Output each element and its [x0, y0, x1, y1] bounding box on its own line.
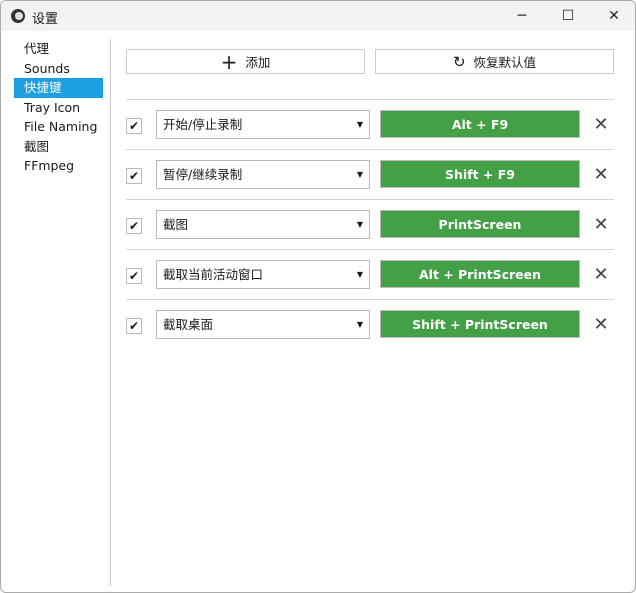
delete-icon[interactable]: ✕ [591, 264, 611, 285]
sidebar-item-proxy[interactable]: 代理 [14, 39, 103, 59]
enabled-checkbox[interactable]: ✔ [126, 168, 142, 184]
action-select[interactable]: 截取当前活动窗口 ▼ [156, 260, 370, 289]
maximize-button[interactable]: ☐ [545, 1, 591, 31]
refresh-icon: ↻ [453, 53, 466, 71]
action-value: 开始/停止录制 [163, 117, 242, 132]
reset-defaults-button[interactable]: ↻ 恢复默认值 [375, 49, 614, 74]
action-value: 截图 [163, 217, 188, 232]
action-select[interactable]: 暂停/继续录制 ▼ [156, 160, 370, 189]
sidebar-item-file-naming[interactable]: File Naming [14, 117, 103, 137]
action-select[interactable]: 开始/停止录制 ▼ [156, 110, 370, 139]
hotkey-button[interactable]: Alt + F9 [380, 110, 580, 138]
chevron-down-icon: ▼ [357, 120, 363, 129]
sidebar: 代理 Sounds 快捷键 Tray Icon File Naming 截图 F… [14, 39, 103, 176]
divider [110, 39, 111, 586]
add-button[interactable]: + 添加 [126, 49, 365, 74]
close-button[interactable]: ✕ [591, 1, 636, 31]
hotkey-button[interactable]: Alt + PrintScreen [380, 260, 580, 288]
delete-icon[interactable]: ✕ [591, 214, 611, 235]
title-bar: 设置 ─ ☐ ✕ [1, 1, 635, 31]
action-select[interactable]: 截图 ▼ [156, 210, 370, 239]
window-title: 设置 [32, 8, 58, 27]
sidebar-item-hotkeys[interactable]: 快捷键 [14, 78, 103, 98]
action-select[interactable]: 截取桌面 ▼ [156, 310, 370, 339]
hotkey-row: ✔ 开始/停止录制 ▼ Alt + F9 ✕ [126, 100, 614, 150]
delete-icon[interactable]: ✕ [591, 114, 611, 135]
app-icon [11, 9, 25, 23]
hotkey-button[interactable]: Shift + F9 [380, 160, 580, 188]
delete-icon[interactable]: ✕ [591, 314, 611, 335]
chevron-down-icon: ▼ [357, 220, 363, 229]
settings-window: 设置 ─ ☐ ✕ 代理 Sounds 快捷键 Tray Icon File Na… [0, 0, 636, 593]
plus-icon: + [221, 52, 238, 72]
chevron-down-icon: ▼ [357, 270, 363, 279]
hotkey-row: ✔ 截取当前活动窗口 ▼ Alt + PrintScreen ✕ [126, 250, 614, 300]
hotkey-row: ✔ 暂停/继续录制 ▼ Shift + F9 ✕ [126, 150, 614, 200]
minimize-button[interactable]: ─ [499, 1, 545, 31]
sidebar-item-ffmpeg[interactable]: FFmpeg [14, 156, 103, 176]
sidebar-item-sounds[interactable]: Sounds [14, 59, 103, 79]
sidebar-item-tray-icon[interactable]: Tray Icon [14, 98, 103, 118]
add-label: 添加 [245, 52, 270, 71]
reset-label: 恢复默认值 [474, 52, 537, 71]
hotkey-button[interactable]: Shift + PrintScreen [380, 310, 580, 338]
chevron-down-icon: ▼ [357, 320, 363, 329]
hotkey-button[interactable]: PrintScreen [380, 210, 580, 238]
action-value: 截取当前活动窗口 [163, 267, 263, 282]
chevron-down-icon: ▼ [357, 170, 363, 179]
enabled-checkbox[interactable]: ✔ [126, 318, 142, 334]
action-value: 截取桌面 [163, 317, 213, 332]
hotkey-row: ✔ 截取桌面 ▼ Shift + PrintScreen ✕ [126, 300, 614, 350]
enabled-checkbox[interactable]: ✔ [126, 268, 142, 284]
enabled-checkbox[interactable]: ✔ [126, 118, 142, 134]
hotkey-row: ✔ 截图 ▼ PrintScreen ✕ [126, 200, 614, 250]
enabled-checkbox[interactable]: ✔ [126, 218, 142, 234]
sidebar-item-screenshot[interactable]: 截图 [14, 137, 103, 157]
delete-icon[interactable]: ✕ [591, 164, 611, 185]
action-value: 暂停/继续录制 [163, 167, 242, 182]
